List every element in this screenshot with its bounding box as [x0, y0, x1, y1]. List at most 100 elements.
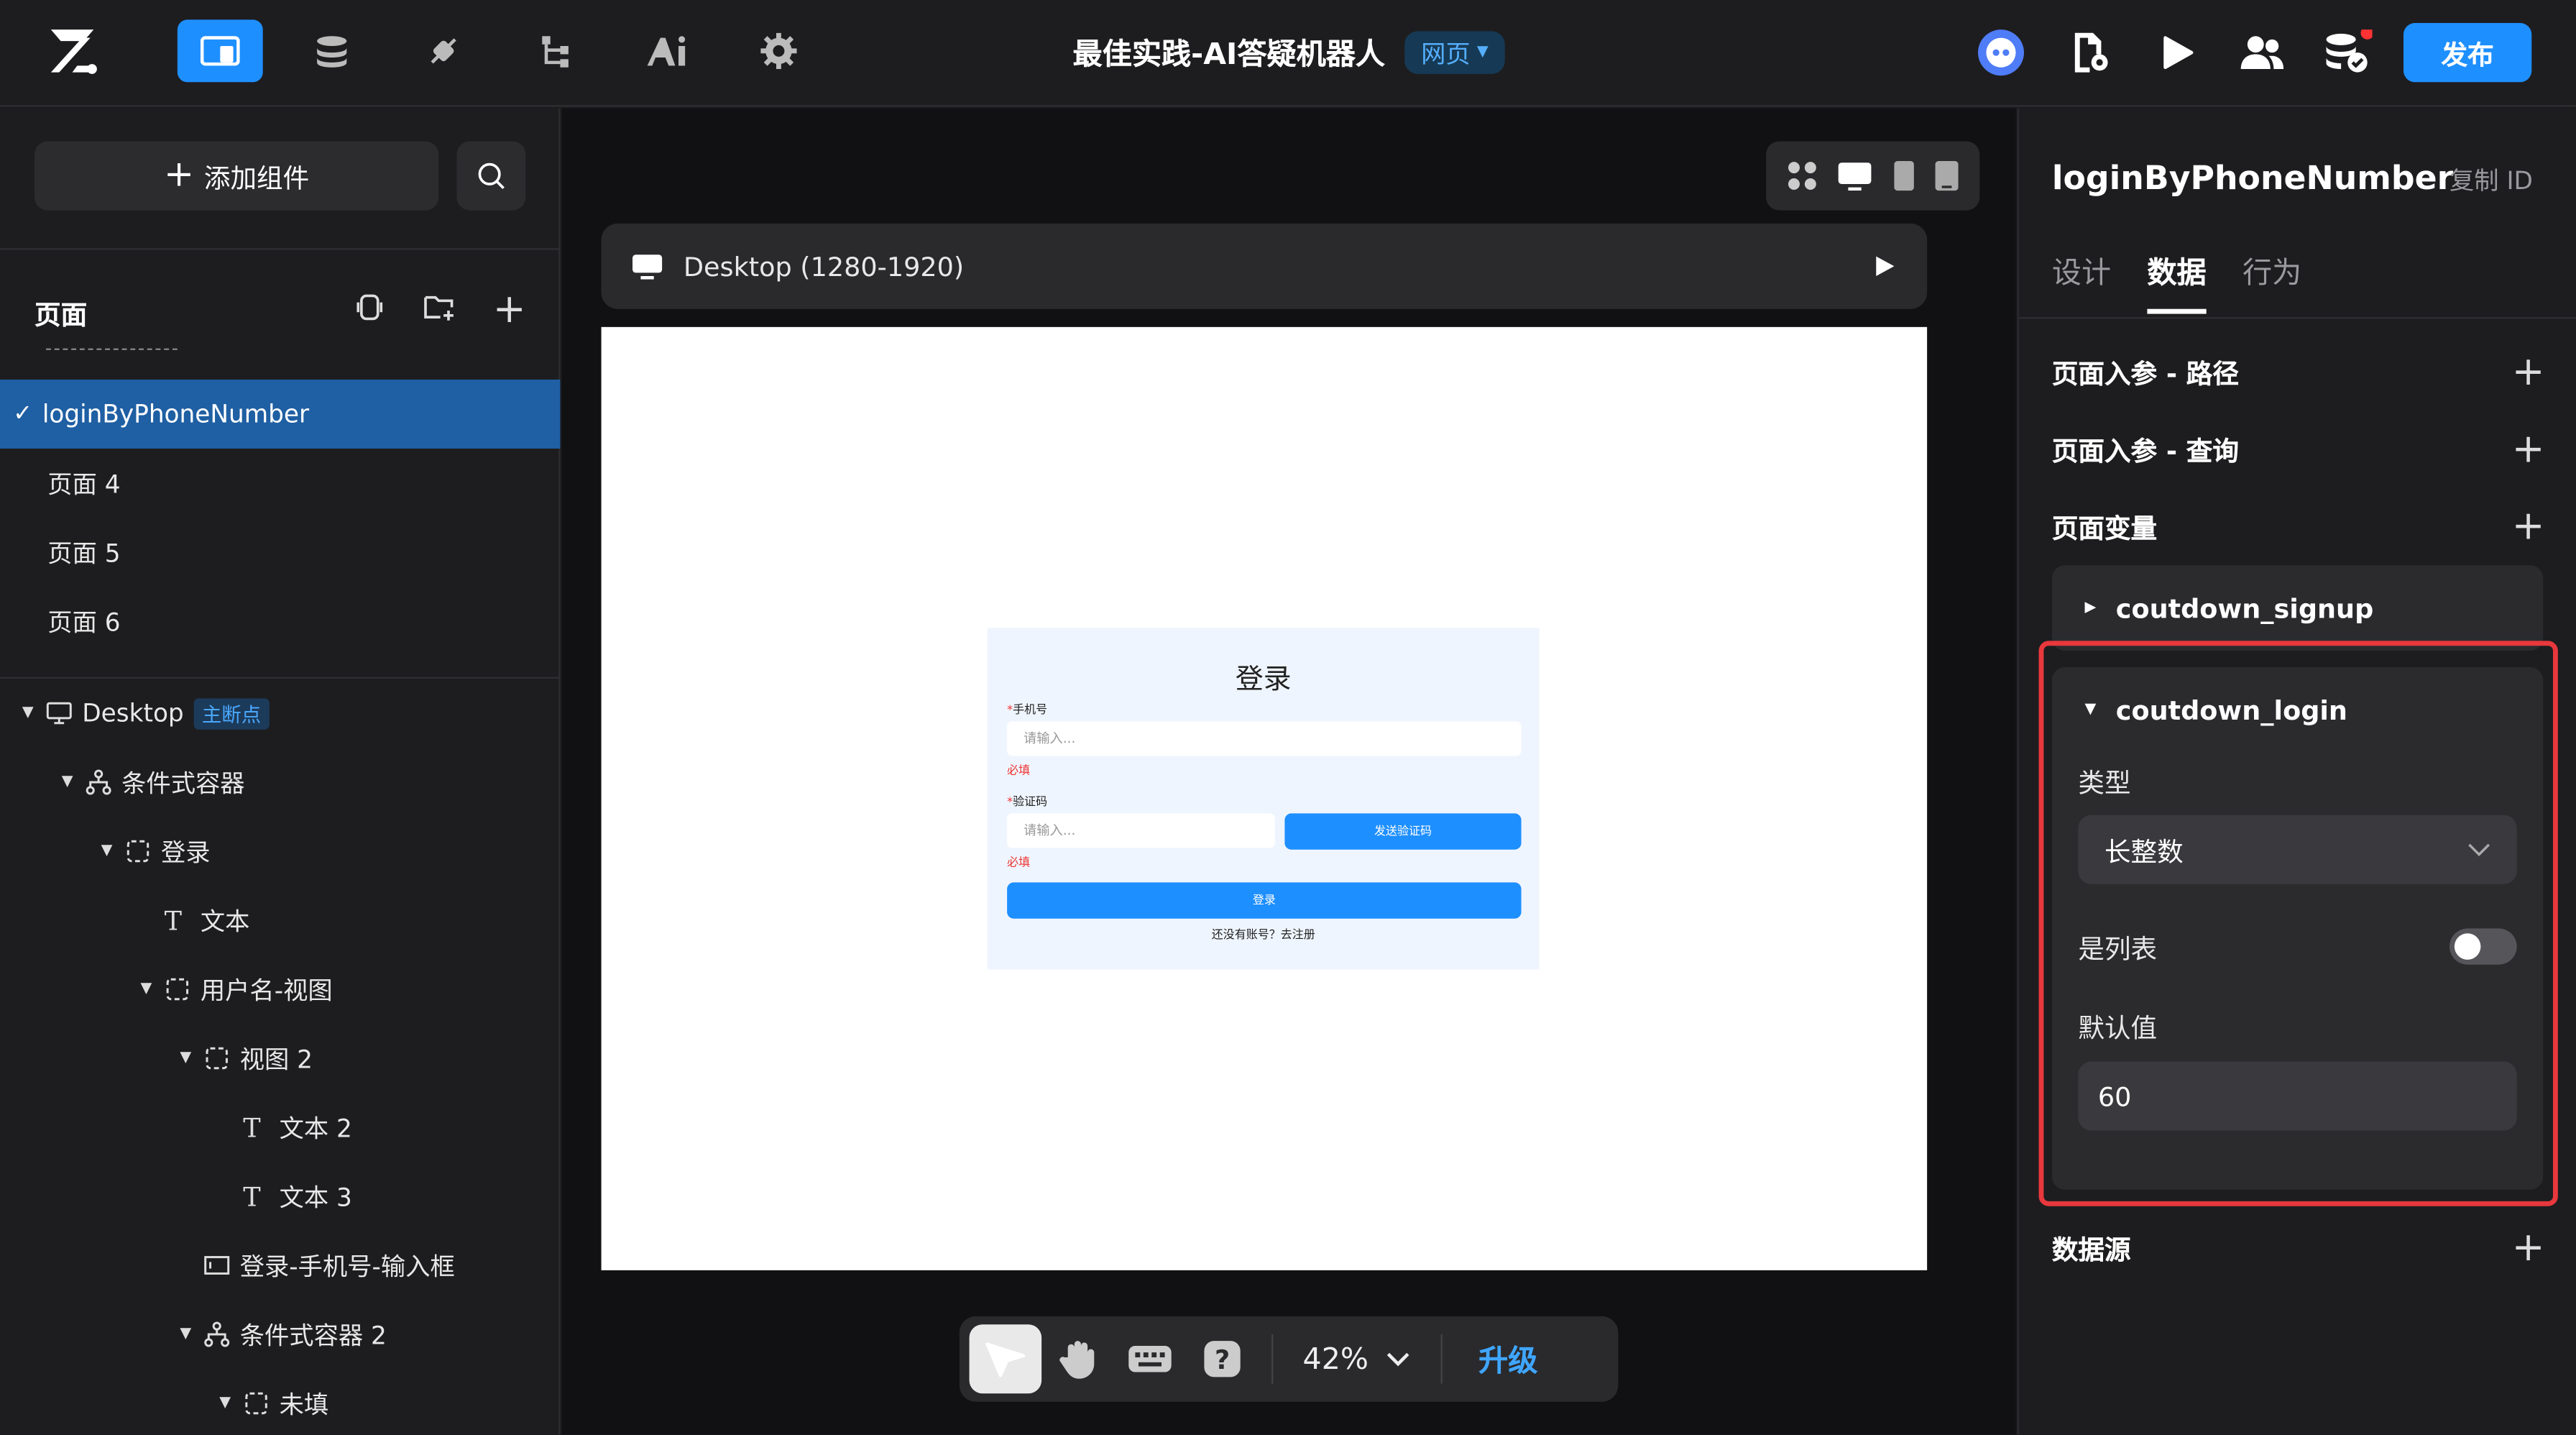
page-item-loginbyphonenumber[interactable]: ✓ loginByPhoneNumber [0, 379, 561, 449]
tab-data[interactable]: 数据 [2147, 249, 2207, 314]
page-item-page-6[interactable]: 页面 6 [0, 587, 560, 656]
tree-node-username-view[interactable]: ▼ 用户名-视图 [138, 955, 332, 1024]
sync-icon[interactable] [355, 293, 385, 322]
breakpoint-badge: 主断点 [193, 697, 270, 729]
users-icon[interactable] [2239, 33, 2285, 73]
section-datasource: 数据源 + [2052, 1227, 2545, 1267]
check-icon: ✓ [13, 400, 33, 428]
register-link[interactable]: 还没有账号？去注册 [988, 927, 1540, 943]
code-input[interactable]: 请输入... [1007, 813, 1275, 848]
database-check-icon[interactable] [2323, 29, 2373, 75]
highlight-box [2038, 641, 2558, 1206]
page-item-page-4[interactable]: 页面 4 [0, 449, 560, 518]
caret-down-icon[interactable]: ▼ [217, 1395, 234, 1412]
tree-node-desktop[interactable]: ▼ Desktop 主断点 [19, 679, 270, 748]
tab-behavior[interactable]: 行为 [2242, 249, 2301, 313]
phone-input[interactable]: 请输入... [1007, 721, 1522, 756]
tab-design[interactable]: 设计 [2052, 249, 2111, 313]
monitor-icon [46, 702, 72, 725]
add-path-param-icon[interactable]: + [2512, 352, 2545, 391]
caret-down-icon[interactable]: ▼ [98, 843, 115, 860]
svg-text:?: ? [1215, 1344, 1230, 1375]
code-label: *验证码 [1007, 794, 1047, 810]
var-name: coutdown_signup [2115, 592, 2374, 624]
add-page-var-icon[interactable]: + [2512, 506, 2545, 546]
document-settings-icon[interactable] [2070, 31, 2110, 73]
divider [2019, 317, 2576, 319]
send-code-button[interactable]: 发送验证码 [1284, 813, 1522, 850]
caret-down-icon: ▼ [1476, 44, 1489, 61]
tree-node-label: 文本 [200, 906, 250, 936]
login-button[interactable]: 登录 [1007, 882, 1522, 919]
keyboard-tool[interactable] [1114, 1324, 1187, 1393]
var-card-coutdown-signup[interactable]: ▶ coutdown_signup [2051, 565, 2544, 651]
divider [0, 248, 561, 250]
ai-icon[interactable] [625, 19, 710, 82]
tree-node-text[interactable]: T 文本 [165, 886, 250, 955]
help-tool[interactable]: ? [1186, 1324, 1259, 1393]
add-component-label: 添加组件 [203, 162, 310, 194]
tree-node-text-3[interactable]: T 文本 3 [243, 1162, 352, 1231]
bottom-toolbar: ? 42% 升级 [959, 1316, 1619, 1402]
caret-down-icon[interactable]: ▼ [59, 774, 75, 791]
grid-icon[interactable] [1785, 160, 1818, 193]
add-datasource-icon[interactable]: + [2512, 1227, 2545, 1267]
page-item-page-5[interactable]: 页面 5 [0, 518, 560, 587]
dashed-box-icon [206, 1047, 228, 1070]
tree-node-conditional-container[interactable]: ▼ 条件式容器 [59, 748, 245, 817]
bot-avatar-icon[interactable] [1977, 28, 2026, 78]
chevron-down-icon [1386, 1352, 1409, 1367]
zoom-dropdown[interactable]: 42% [1287, 1342, 1428, 1376]
preview-play-icon[interactable] [1871, 253, 1898, 280]
divider [1440, 1334, 1443, 1384]
flow-icon[interactable] [512, 19, 598, 82]
tree-node-login[interactable]: ▼ 登录 [98, 817, 211, 886]
select-tool[interactable] [969, 1324, 1042, 1394]
tab-bar: 设计 数据 行为 [2052, 249, 2301, 314]
upgrade-button[interactable]: 升级 [1455, 1338, 1537, 1380]
tree-node-label: 视图 2 [239, 1044, 313, 1074]
add-component-button[interactable]: + 添加组件 [34, 141, 439, 211]
play-icon[interactable] [2162, 35, 2195, 70]
platform-label: 网页 [1421, 38, 1471, 68]
page-item-label: 页面 6 [47, 607, 121, 637]
right-panel: loginByPhoneNumber 复制 ID 设计 数据 行为 页面入参 -… [2017, 108, 2576, 1435]
login-title: 登录 [1235, 664, 1292, 697]
section-path-params: 页面入参 - 路径 + [2052, 352, 2545, 391]
search-button[interactable] [456, 141, 526, 211]
caret-down-icon[interactable]: ▼ [138, 981, 155, 998]
publish-button[interactable]: 发布 [2403, 22, 2532, 83]
tree-node-phone-input[interactable]: 登录-手机号-输入框 [203, 1231, 455, 1300]
caret-down-icon[interactable]: ▼ [178, 1050, 194, 1067]
device-switcher [1766, 141, 1980, 211]
platform-dropdown[interactable]: 网页 ▼ [1404, 31, 1505, 74]
caret-down-icon[interactable]: ▼ [19, 705, 36, 722]
mobile-icon[interactable] [1934, 160, 1961, 193]
add-query-param-icon[interactable]: + [2512, 429, 2545, 469]
app-logo-icon[interactable] [46, 23, 102, 79]
caret-right-icon[interactable]: ▶ [2085, 600, 2097, 616]
section-label: 页面入参 - 路径 [2051, 358, 2239, 390]
add-page-icon[interactable]: + [493, 286, 526, 332]
left-panel: + 添加组件 页面 + ✓ loginByPhoneNumber 页面 4 页面… [0, 108, 561, 1435]
hand-tool[interactable] [1041, 1324, 1114, 1393]
tree-node-text-2[interactable]: T 文本 2 [243, 1093, 352, 1162]
desktop-icon[interactable] [1837, 161, 1873, 191]
copy-id-button[interactable]: 复制 ID [2450, 162, 2533, 197]
layout-icon[interactable] [177, 19, 263, 83]
tree-node-label: 文本 2 [279, 1113, 352, 1143]
tree-node-label: 未填 [279, 1389, 329, 1419]
tree-node-unfilled[interactable]: ▼ 未填 [217, 1369, 328, 1435]
caret-down-icon[interactable]: ▼ [178, 1326, 194, 1343]
device-label: Desktop (1280-1920) [683, 250, 965, 282]
section-label: 页面入参 - 查询 [2051, 435, 2239, 467]
login-form-preview[interactable]: 登录 *手机号 请输入... 必填 *验证码 请输入... 发送验证码 必填 登… [987, 628, 1540, 970]
add-folder-icon[interactable] [424, 293, 457, 322]
plugin-icon[interactable] [401, 19, 487, 82]
tablet-icon[interactable] [1892, 160, 1915, 193]
tree-node-conditional-container-2[interactable]: ▼ 条件式容器 2 [178, 1300, 387, 1369]
settings-icon[interactable] [736, 19, 822, 82]
dashed-box-icon [166, 978, 189, 1001]
tree-node-view-2[interactable]: ▼ 视图 2 [178, 1024, 313, 1093]
database-icon[interactable] [289, 19, 374, 82]
